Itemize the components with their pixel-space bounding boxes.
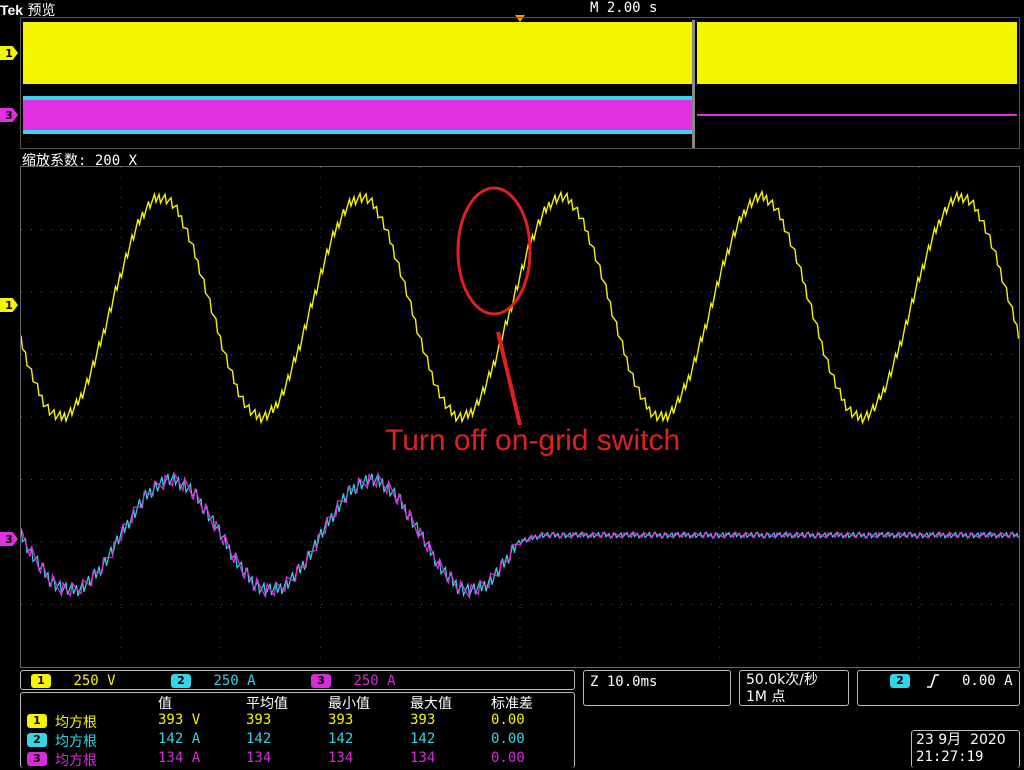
meas-row-label: 均方根 — [55, 753, 97, 769]
meas-max: 142 — [410, 731, 436, 747]
meas-max: 134 — [410, 750, 436, 766]
meas-header: 值 — [158, 696, 172, 712]
meas-std: 0.00 — [491, 750, 525, 766]
meas-header: 标准差 — [491, 696, 533, 712]
datetime-panel: 23 9月 2020 21:27:19 — [911, 730, 1020, 768]
acquisition-panel[interactable]: 50.0k次/秒 1M 点 — [739, 670, 849, 706]
sample-rate: 50.0k次/秒 — [746, 672, 818, 688]
annotation-circle — [456, 186, 532, 316]
trigger-source-badge: 2 — [890, 674, 910, 688]
meas-std: 0.00 — [491, 712, 525, 728]
ch1-scale-value: 250 V — [73, 673, 116, 689]
meas-value: 142 A — [158, 731, 201, 747]
horizontal-zoom-panel[interactable]: Z 10.0ms — [583, 670, 731, 706]
time: 21:27:19 — [916, 749, 984, 765]
meas-mean: 142 — [246, 731, 272, 747]
meas-row-label: 均方根 — [55, 734, 97, 750]
meas-row-label: 均方根 — [55, 715, 97, 731]
record-length: 1M 点 — [746, 689, 786, 705]
ch2-badge: 2 — [171, 674, 191, 688]
meas-value: 393 V — [158, 712, 201, 728]
meas-min: 393 — [328, 712, 354, 728]
ch3-scale-value: 250 A — [353, 673, 396, 689]
annotation-text: Turn off on-grid switch — [385, 424, 681, 457]
meas-row-badge: 1 — [27, 714, 47, 728]
meas-row-badge: 2 — [27, 733, 47, 747]
zoom-timebase: Z 10.0ms — [590, 674, 658, 690]
meas-std: 0.00 — [491, 731, 525, 747]
meas-value: 134 A — [158, 750, 201, 766]
rising-edge-icon — [927, 674, 939, 688]
meas-mean: 134 — [246, 750, 272, 766]
ch3-badge: 3 — [311, 674, 331, 688]
trigger-panel[interactable]: 2 0.00 A — [857, 670, 1020, 706]
meas-row-badge: 3 — [27, 752, 47, 766]
ch1-scale[interactable]: 1 250 V — [31, 673, 116, 689]
meas-mean: 393 — [246, 712, 272, 728]
ch2-scale[interactable]: 2 250 A — [171, 673, 256, 689]
ch3-scale[interactable]: 3 250 A — [311, 673, 396, 689]
meas-header: 平均值 — [246, 696, 288, 712]
measurements-panel[interactable]: 值 平均值 最小值 最大值 标准差 1 均方根 393 V 393 393 393 0.00 2 均方根 1… — [20, 692, 575, 769]
meas-header: 最大值 — [410, 696, 452, 712]
meas-header: 最小值 — [328, 696, 370, 712]
annotation-pointer — [496, 331, 522, 426]
annotation-layer — [456, 186, 532, 426]
ch1-badge: 1 — [31, 674, 51, 688]
trigger-level: 0.00 A — [962, 673, 1013, 689]
meas-min: 142 — [328, 731, 354, 747]
date: 23 9月 2020 — [916, 732, 1006, 748]
meas-max: 393 — [410, 712, 436, 728]
ch2-scale-value: 250 A — [213, 673, 256, 689]
meas-min: 134 — [328, 750, 354, 766]
channel-scale-bar: 1 250 V 2 250 A 3 250 A — [20, 670, 575, 690]
